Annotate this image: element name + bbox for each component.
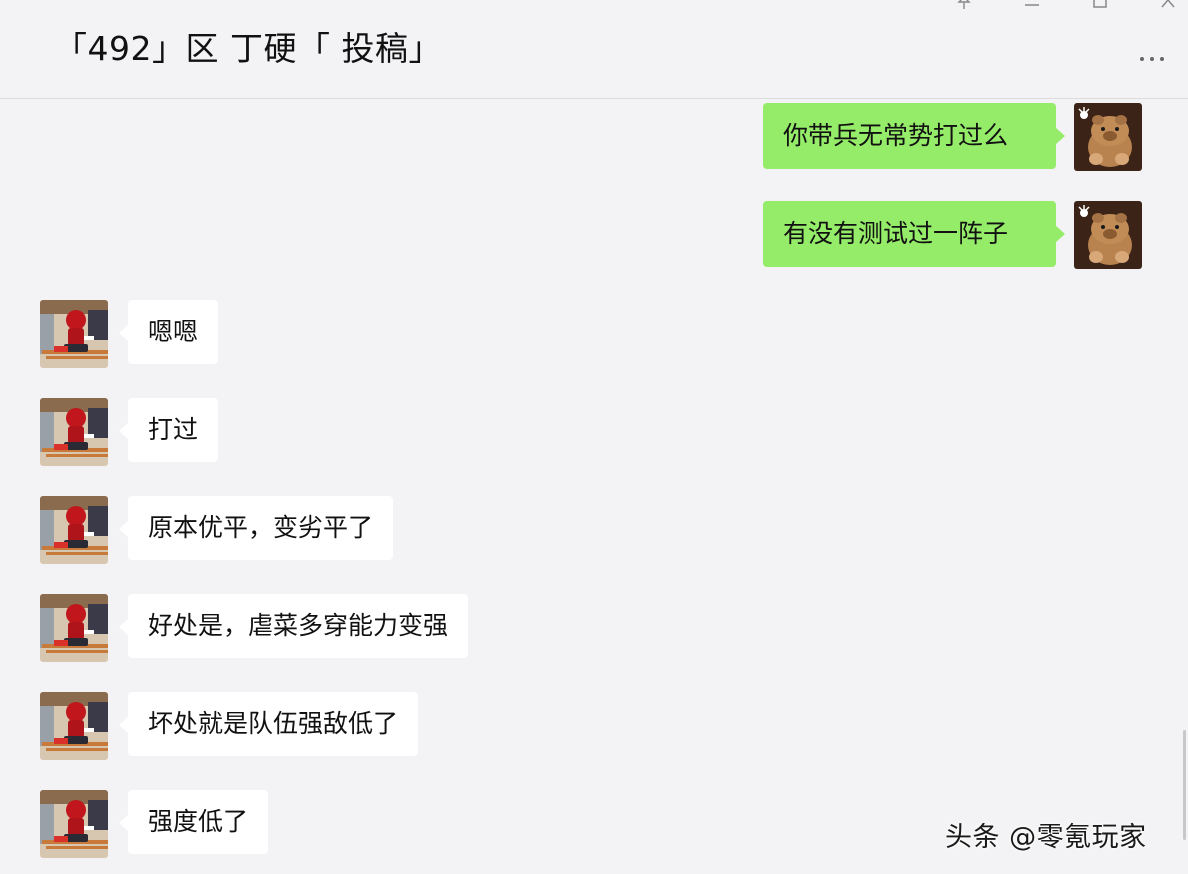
watermark: 头条 @零氪玩家: [945, 822, 1147, 853]
message-bubble[interactable]: 有没有测试过一阵子: [763, 201, 1065, 267]
message-row-incoming: 嗯嗯: [0, 300, 1188, 368]
message-bubble[interactable]: 好处是，虐菜多穿能力变强: [118, 594, 469, 658]
maximize-icon[interactable]: [1090, 0, 1110, 10]
message-bubble[interactable]: 嗯嗯: [118, 300, 219, 364]
minimize-icon[interactable]: [1022, 0, 1042, 10]
red-figure-avatar-icon[interactable]: [40, 692, 108, 760]
message-row-incoming: 原本优平，变劣平了: [0, 496, 1188, 564]
message-bubble[interactable]: 原本优平，变劣平了: [118, 496, 394, 560]
red-figure-avatar-icon[interactable]: [40, 398, 108, 466]
chat-title: 「492」区 丁硬「 投稿」: [54, 29, 442, 68]
message-bubble[interactable]: 你带兵无常势打过么: [763, 103, 1065, 169]
message-bubble[interactable]: 坏处就是队伍强敌低了: [118, 692, 419, 756]
red-figure-avatar-icon[interactable]: [40, 496, 108, 564]
message-bubble[interactable]: 强度低了: [118, 790, 269, 854]
red-figure-avatar-icon[interactable]: [40, 594, 108, 662]
pin-icon[interactable]: [954, 0, 974, 10]
bear-avatar-icon[interactable]: [1074, 103, 1142, 171]
red-figure-avatar-icon[interactable]: [40, 790, 108, 858]
message-bubble[interactable]: 打过: [118, 398, 219, 462]
scrollbar[interactable]: [1183, 730, 1186, 840]
message-list: 你带兵无常势打过么 有没有测试过一阵子 嗯嗯 打过 原本优平，变劣平了 好处是，…: [0, 99, 1188, 874]
message-row-incoming: 好处是，虐菜多穿能力变强: [0, 594, 1188, 662]
message-row-outgoing: 你带兵无常势打过么: [0, 103, 1188, 171]
bear-avatar-icon[interactable]: [1074, 201, 1142, 269]
more-dots-icon[interactable]: [1140, 51, 1180, 67]
close-icon[interactable]: [1158, 0, 1178, 10]
message-row-incoming: 坏处就是队伍强敌低了: [0, 692, 1188, 760]
chat-header: 「492」区 丁硬「 投稿」: [0, 0, 1188, 99]
message-row-outgoing: 有没有测试过一阵子: [0, 201, 1188, 269]
message-row-incoming: 打过: [0, 398, 1188, 466]
red-figure-avatar-icon[interactable]: [40, 300, 108, 368]
